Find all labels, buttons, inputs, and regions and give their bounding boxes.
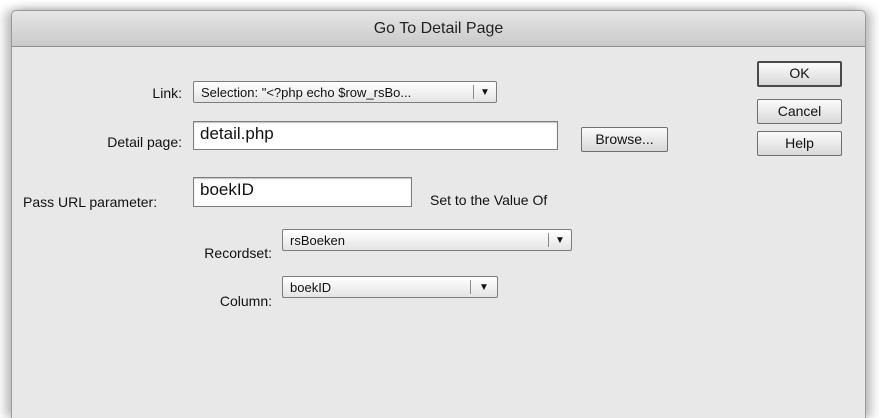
pass-url-parameter-label: Pass URL parameter: <box>23 194 158 210</box>
column-select[interactable]: boekID ▼ <box>282 276 498 298</box>
link-select[interactable]: Selection: "<?php echo $row_rsBo... ▼ <box>193 81 497 103</box>
select-divider <box>470 280 471 294</box>
recordset-select[interactable]: rsBoeken ▼ <box>282 229 572 251</box>
recordset-select-value: rsBoeken <box>290 233 345 248</box>
browse-button[interactable]: Browse... <box>581 127 668 152</box>
pass-url-parameter-input[interactable]: boekID <box>193 177 412 207</box>
detail-page-label: Detail page: <box>107 134 182 150</box>
chevron-down-icon: ▼ <box>479 282 489 293</box>
column-select-value: boekID <box>290 280 332 295</box>
chevron-down-icon: ▼ <box>480 87 490 98</box>
help-button[interactable]: Help <box>757 131 842 156</box>
chevron-down-icon: ▼ <box>555 235 565 246</box>
select-divider <box>473 85 474 99</box>
link-select-value: Selection: "<?php echo $row_rsBo... <box>201 85 412 100</box>
recordset-label: Recordset: <box>204 245 272 261</box>
select-divider <box>548 233 549 247</box>
detail-page-input[interactable]: detail.php <box>193 121 558 150</box>
dialog-title: Go To Detail Page <box>12 11 865 47</box>
set-to-value-label: Set to the Value Of <box>430 192 548 208</box>
link-label: Link: <box>152 85 182 101</box>
column-label: Column: <box>219 293 272 309</box>
cancel-button[interactable]: Cancel <box>757 99 842 124</box>
ok-button[interactable]: OK <box>757 61 842 87</box>
go-to-detail-page-dialog: Go To Detail Page Link: Selection: "<?ph… <box>11 10 866 418</box>
